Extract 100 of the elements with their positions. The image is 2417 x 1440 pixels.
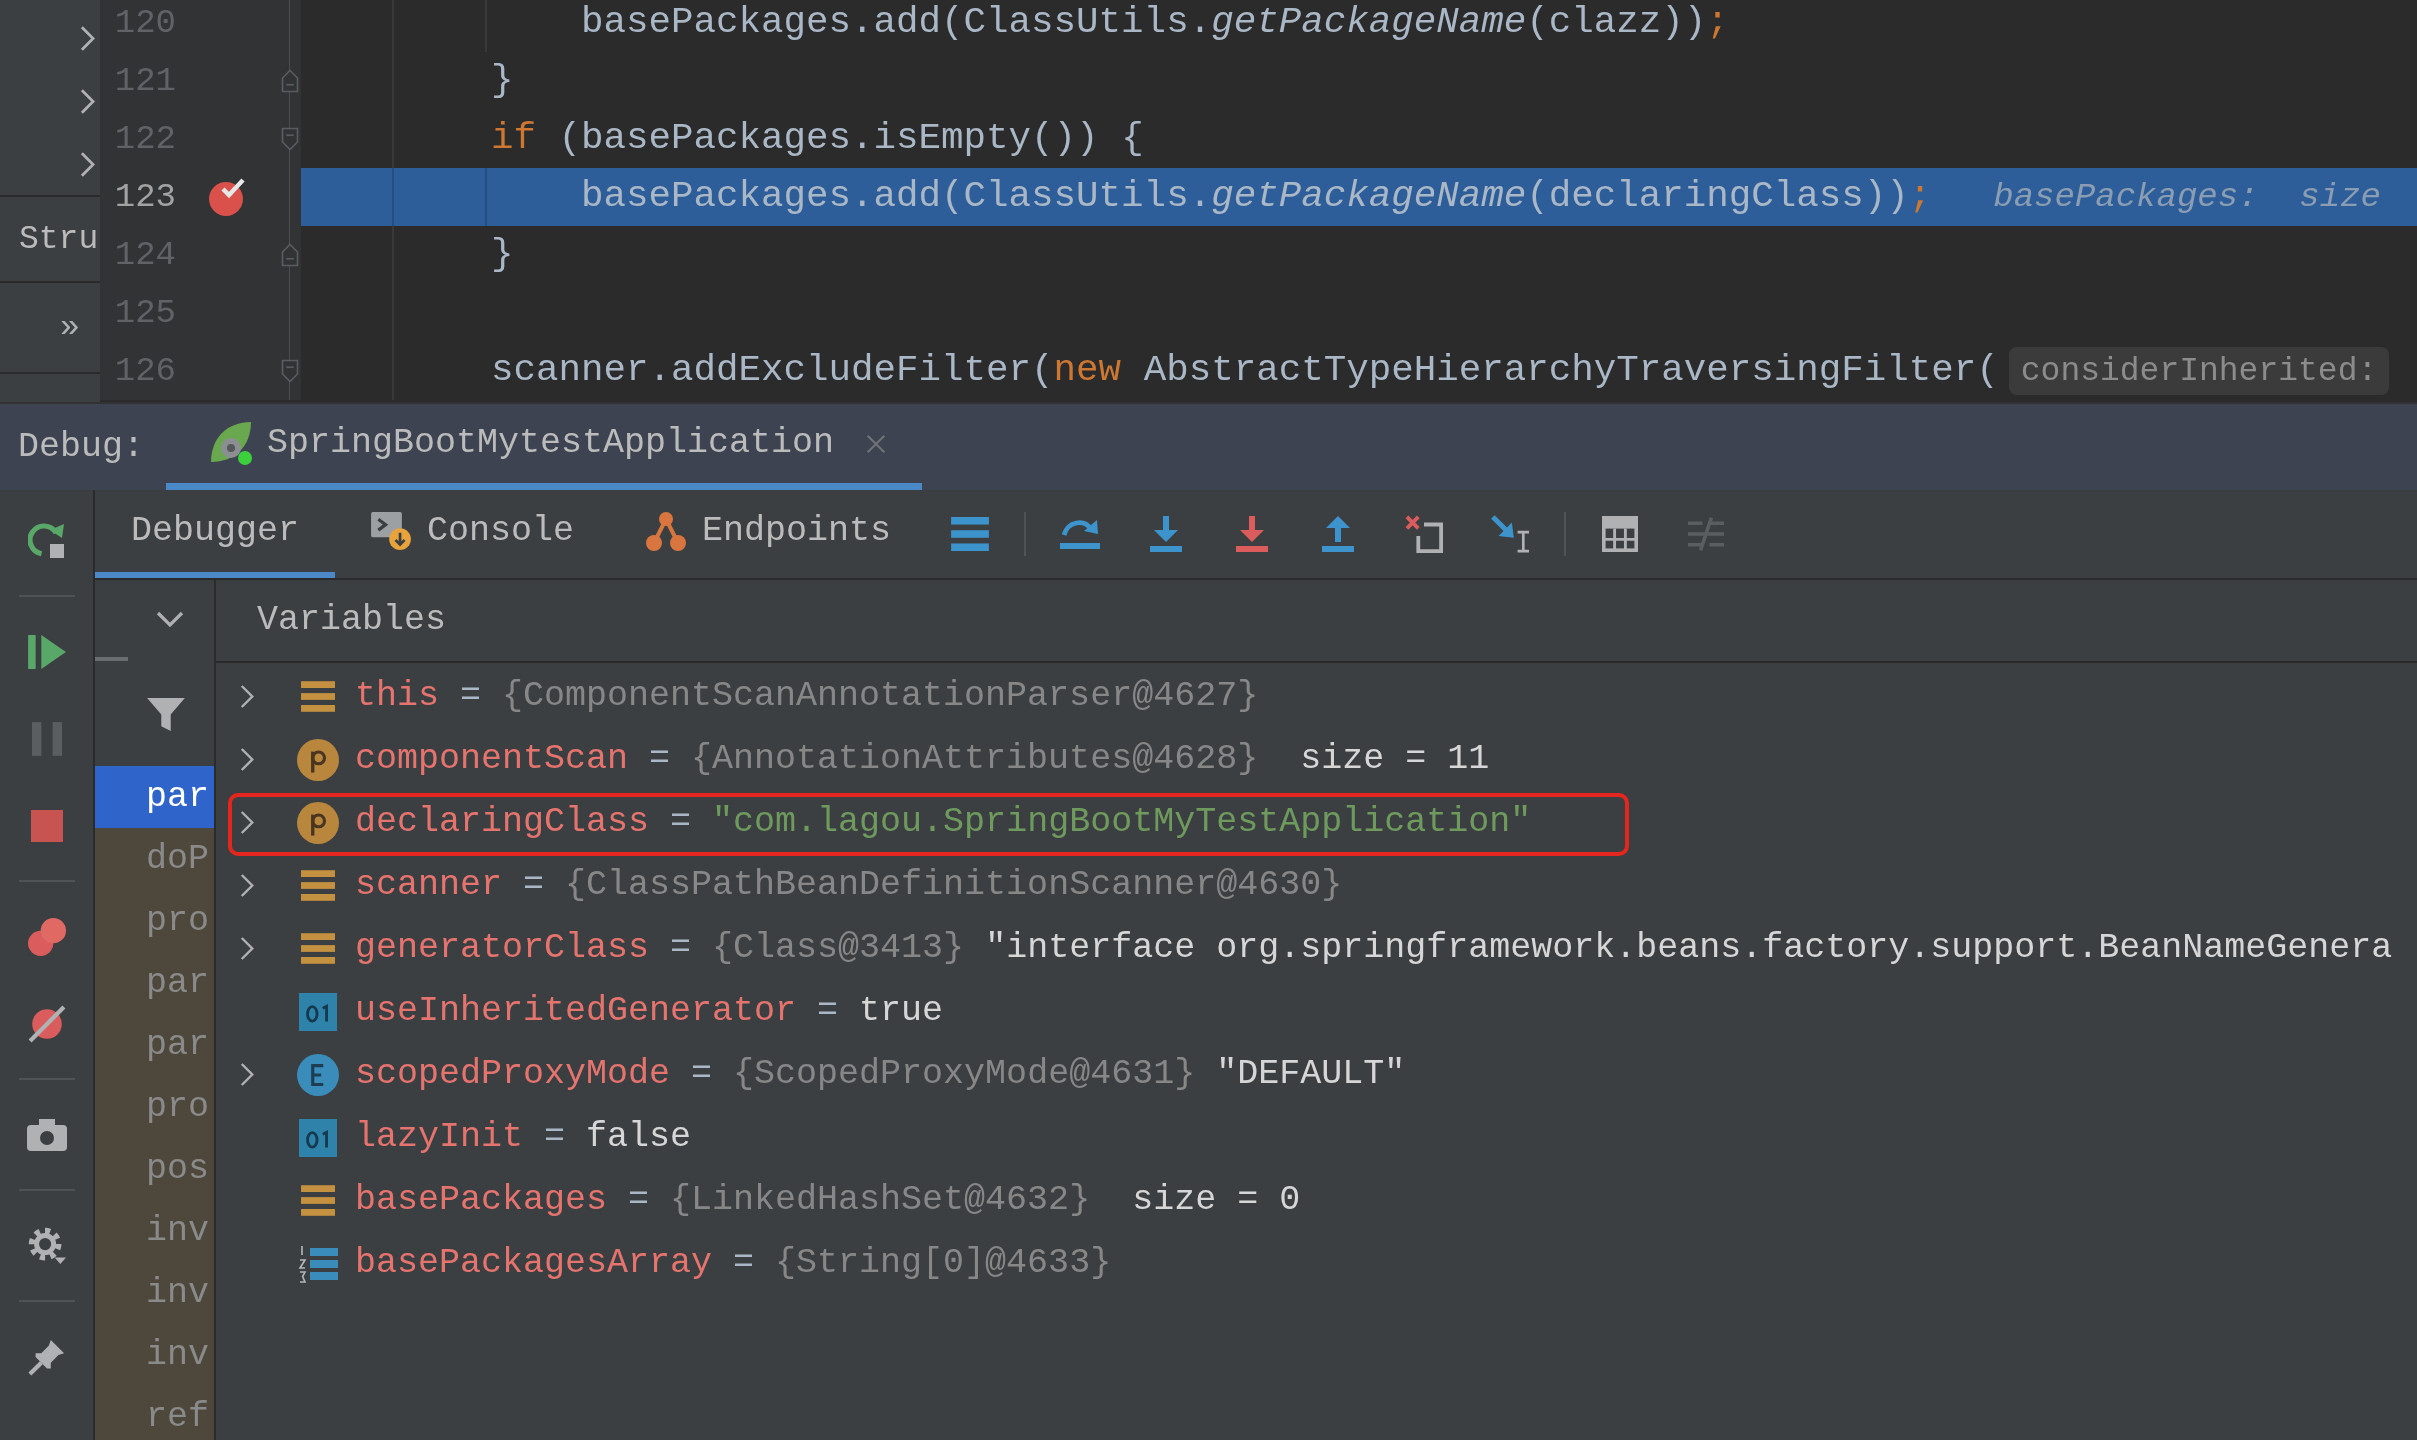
fold-marker-icon[interactable] [280,359,299,383]
equals-sign: = [544,1120,566,1155]
fold-marker-icon[interactable] [280,69,299,93]
cross-frame-icon[interactable] [1405,515,1444,553]
equals-sign: = [733,1246,755,1281]
value-text: false [586,1120,692,1155]
connected-nodes-icon [646,511,687,551]
equals-sign: = [691,1057,713,1092]
arrow-cursor-icon[interactable] [1491,515,1530,553]
letter-e-circle-icon [297,1053,339,1096]
breakpoint-check-icon[interactable] [208,177,246,217]
object-reference: {LinkedHashSet@4632} [670,1183,1091,1218]
digits-square-icon [299,1118,337,1157]
overlapping-dots-icon[interactable] [27,917,66,956]
tab[interactable]: Console [335,490,611,578]
frame-item[interactable]: pos [95,1138,214,1200]
frame-item[interactable]: par [95,1014,214,1076]
more-button[interactable]: » [60,311,80,344]
chevron-right-icon[interactable] [240,1062,254,1087]
crossed-dot-icon[interactable] [27,1004,66,1043]
equals-sign: = [649,742,671,777]
equals-sign: = [628,1183,650,1218]
down-arrow-icon[interactable] [1150,516,1183,552]
object-reference: {ComponentScanAnnotationParser@4627} [502,679,1259,714]
code-line: if (basePackages.isEmpty()) { [491,120,1144,158]
code-line: basePackages.add(ClassUtils.getPackageName(clazz)); [581,4,1729,42]
terminal-icon [371,512,412,550]
equals-sign: = [817,994,839,1029]
equals-sign: = [670,931,692,966]
chevron-right-icon[interactable] [240,684,254,709]
equals-sign: = [670,805,692,840]
equals-sign: = [523,868,545,903]
frame-item[interactable]: inv [95,1262,214,1324]
frame-item[interactable]: inv [95,1324,214,1386]
frame-item[interactable]: doP [95,828,214,890]
refresh-arrow-icon[interactable] [27,521,66,560]
camera-icon[interactable] [26,1118,67,1151]
frame-item[interactable]: ref [95,1386,214,1440]
chevron-right-icon[interactable] [240,936,254,961]
frame-item[interactable]: par [95,766,214,828]
object-reference: {Class@3413} [712,931,965,966]
settings-icon[interactable] [27,1226,66,1265]
variable-name: basePackagesArray [355,1246,713,1281]
parameter-hint: considerInherited: [2008,347,2390,395]
letter-p-circle-icon [297,738,339,781]
variable-name: generatorClass [355,931,650,966]
frame-item[interactable]: par [95,952,214,1014]
curved-arrow-icon[interactable] [1060,519,1101,549]
session-tab[interactable]: SpringBootMytestApplication [166,404,923,490]
side-tab[interactable]: Stru [19,222,99,256]
value-text: true [859,994,944,1029]
up-arrow-icon[interactable] [1322,516,1355,552]
lines-icon[interactable] [951,517,990,551]
code-line: } [491,62,514,100]
numbered-list-icon [298,1243,338,1284]
object-reference: {ScopedProxyMode@4631} [733,1057,1196,1092]
chevron-right-icon[interactable] [80,151,95,178]
stop-icon[interactable] [30,809,63,842]
tab[interactable]: Endpoints [610,490,928,578]
code-line: basePackages.add(ClassUtils.getPackageName(declaringClass)); [581,178,1932,216]
digits-square-icon [299,992,337,1031]
chevron-right-icon[interactable] [240,873,254,898]
calculator-icon[interactable] [1602,516,1639,552]
stacked-bars-icon [301,681,335,712]
stacked-bars-icon [301,870,335,901]
variable-name: componentScan [355,742,629,777]
code-line: } [491,236,514,274]
object-reference: {String[0]@4633} [775,1246,1112,1281]
chevron-down-icon[interactable] [156,610,184,627]
leaf-gear-icon [211,422,254,465]
size-label: size = 11 [1300,742,1490,777]
panel-title: Variables [257,603,447,638]
fold-marker-icon[interactable] [280,127,299,151]
variable-name: scanner [355,868,503,903]
frame-item[interactable]: inv [95,1200,214,1262]
frame-item[interactable]: pro [95,1076,214,1138]
code-line: scanner.addExcludeFilter(new AbstractTypeHierarchyTraversingFilter( [491,352,1999,390]
variable-name: scopedProxyMode [355,1057,671,1092]
chevron-right-icon[interactable] [80,25,95,52]
object-reference: {AnnotationAttributes@4628} [691,742,1259,777]
down-arrow-icon[interactable] [1236,516,1269,552]
fold-marker-icon[interactable] [280,243,299,267]
chevron-right-icon[interactable] [240,810,254,835]
filter-icon[interactable] [147,698,185,731]
letter-p-circle-icon [297,801,339,844]
variable-name: useInheritedGenerator [355,994,797,1029]
chevron-right-icon[interactable] [80,88,95,115]
string-value: "com.lagou.SpringBootMyTestApplication" [712,805,1532,840]
variable-name: this [355,679,439,714]
value-text: "interface org.springframework.beans.factory.support.BeanNameGenera [985,931,2393,966]
object-reference: {ClassPathBeanDefinitionScanner@4630} [565,868,1343,903]
frame-item[interactable]: pro [95,890,214,952]
chevron-right-icon[interactable] [240,747,254,772]
stacked-bars-icon [301,1185,335,1216]
play-icon[interactable] [27,634,66,669]
variable-name: declaringClass [355,805,650,840]
stacked-bars-icon [301,933,335,964]
variable-name: lazyInit [355,1120,524,1155]
line-number: 123 [113,180,176,214]
size-label: size = 0 [1132,1183,1301,1218]
